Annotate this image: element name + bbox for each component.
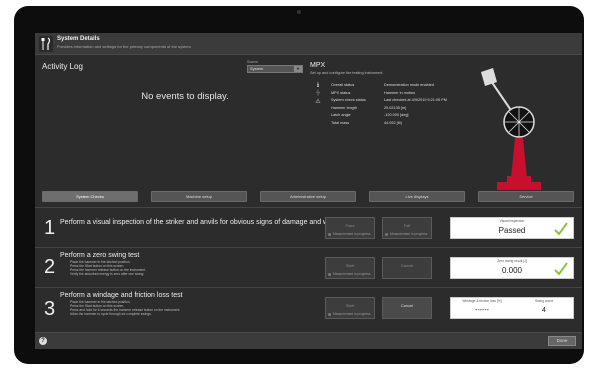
- step-instructions: Place the hammer in the latched position…: [70, 260, 147, 276]
- help-icon[interactable]: ?: [39, 337, 47, 345]
- tab-live-displays[interactable]: Live displays: [369, 191, 465, 202]
- status-row: Total mass 44.092 [lb]: [331, 120, 402, 125]
- start-button[interactable]: Start Measurement in progress: [325, 257, 375, 279]
- cancel-button-label: Cancel: [400, 263, 414, 268]
- camera: [297, 10, 301, 14]
- source-label: Source: [247, 60, 259, 64]
- result-label: Windage & friction loss [%]: [462, 299, 502, 303]
- result-value: 4: [542, 307, 546, 314]
- swing-count-field: Swing count 4: [513, 298, 575, 320]
- page-title: System Details: [57, 36, 100, 42]
- checkmark-icon: [554, 222, 568, 236]
- result-label: Swing count: [535, 299, 553, 303]
- step-number: 2: [44, 256, 56, 278]
- checkmark-icon: [554, 262, 568, 276]
- progress-indicator: Measurement in progress: [385, 232, 427, 236]
- progress-indicator: Measurement in progress: [328, 272, 370, 276]
- step-title: Perform a windage and friction loss test: [60, 292, 183, 299]
- pass-button-label: Pass: [345, 223, 355, 228]
- tools-icon: [39, 36, 53, 52]
- check-row-3: 3 Perform a windage and friction loss te…: [35, 287, 582, 331]
- chevron-down-icon: ▼: [294, 66, 302, 72]
- check-row-2: 2 Perform a zero swing test Place the ha…: [35, 247, 582, 287]
- fail-button[interactable]: Fail Measurement in progress: [382, 217, 432, 239]
- zero-swing-result: Zero swing result [J] 0.000: [450, 257, 574, 279]
- windage-friction-result: Windage & friction loss [%] ------ Swing…: [450, 297, 574, 319]
- start-button-label: Start: [345, 303, 355, 308]
- tab-system-checks[interactable]: System Checks: [42, 191, 138, 202]
- cancel-button[interactable]: Cancel: [382, 257, 432, 279]
- tab-service[interactable]: Service: [478, 191, 574, 202]
- top-bar: System Details Provides information and …: [35, 33, 582, 55]
- start-button[interactable]: Start Measurement in progress: [325, 297, 375, 319]
- activity-log-title: Activity Log: [42, 62, 83, 71]
- source-select-value: System: [250, 66, 264, 71]
- pendulum-status-icon: ⏆: [314, 91, 321, 97]
- status-row: Latch angle -120.000 [deg]: [331, 113, 409, 117]
- tab-administrative-setup[interactable]: Administrative setup: [260, 191, 356, 202]
- mpx-title: MPX: [310, 62, 326, 69]
- pendulum-tester-illustration: [481, 68, 541, 190]
- progress-indicator: Measurement in progress: [328, 232, 370, 236]
- status-row: MPX status Hammer in motion: [331, 90, 416, 95]
- done-button[interactable]: Done: [548, 336, 576, 346]
- step-title: Perform a zero swing test: [60, 252, 140, 259]
- cancel-button-label: Cancel: [400, 303, 414, 308]
- tab-machine-setup[interactable]: Machine setup: [151, 191, 247, 202]
- source-select[interactable]: System ▼: [247, 65, 303, 73]
- fail-button-label: Fail: [403, 223, 411, 228]
- status-row: Overall status Demonstration mode enabled: [331, 83, 434, 87]
- status-icons: ℹ ⏆ ⚠: [311, 82, 325, 106]
- bottom-bar: ? Done: [35, 332, 582, 349]
- result-value: ------: [475, 307, 489, 314]
- status-row: System check status Last checked at 4/9/2…: [331, 98, 447, 102]
- info-icon: ℹ: [316, 83, 320, 89]
- tab-bar: System Checks Machine setup Administrati…: [42, 191, 575, 202]
- page-subtitle: Provides information and settings for th…: [57, 44, 191, 49]
- status-row: Hammer length 25.02135 [m]: [331, 105, 407, 110]
- activity-log-empty-message: No events to display.: [141, 91, 229, 102]
- visual-inspection-result: Visual inspection Passed: [450, 217, 574, 239]
- mpx-subtitle: Set up and configure the testing instrum…: [310, 71, 384, 75]
- step-number: 1: [44, 217, 56, 239]
- pass-button[interactable]: Pass Measurement in progress: [325, 217, 375, 239]
- app-screen: System Details Provides information and …: [35, 33, 582, 349]
- step-title: Perform a visual inspection of the strik…: [60, 219, 340, 226]
- step-number: 3: [44, 298, 56, 320]
- warning-icon: ⚠: [315, 99, 321, 105]
- step-instructions: Place the hammer in the latched position…: [70, 300, 181, 316]
- mpx-status-table: Overall status Demonstration mode enabled…: [331, 83, 447, 128]
- windage-loss-field: Windage & friction loss [%] ------: [451, 298, 513, 320]
- cancel-button[interactable]: Cancel: [382, 297, 432, 319]
- start-button-label: Start: [345, 263, 355, 268]
- check-row-1: 1 Perform a visual inspection of the str…: [35, 207, 582, 247]
- progress-indicator: Measurement in progress: [328, 312, 370, 316]
